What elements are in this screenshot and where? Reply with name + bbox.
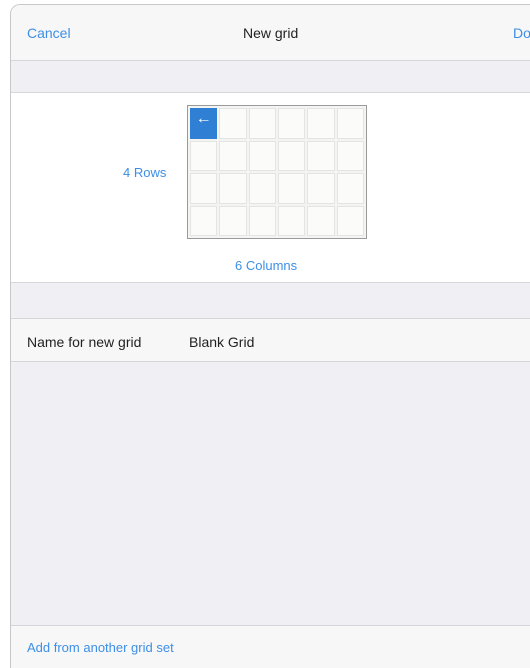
grid-preview-cell: ← <box>190 108 218 139</box>
empty-content-area <box>11 362 530 626</box>
grid-preview-cell <box>307 205 335 236</box>
grid-preview-cell <box>248 205 276 236</box>
columns-selector[interactable]: 6 Columns <box>235 258 297 273</box>
grid-preview-cell <box>219 140 247 171</box>
grid-preview-cell <box>336 173 364 204</box>
grid-preview-cell <box>307 140 335 171</box>
grid-preview-cell <box>219 205 247 236</box>
grid-preview-cell <box>190 173 218 204</box>
navigation-bar: Cancel New grid Done <box>11 5 530 61</box>
grid-preview-cell <box>336 108 364 139</box>
rows-selector[interactable]: 4 Rows <box>123 165 166 180</box>
grid-preview-cell <box>278 140 306 171</box>
cancel-button[interactable]: Cancel <box>27 25 71 41</box>
grid-preview[interactable]: ← <box>187 105 367 239</box>
done-button[interactable]: Done <box>513 25 530 41</box>
grid-name-field[interactable]: Blank Grid <box>189 334 254 350</box>
grid-preview-cell <box>278 205 306 236</box>
grid-preview-cell <box>190 205 218 236</box>
grid-preview-cell <box>278 173 306 204</box>
grid-name-row[interactable]: Name for new grid Blank Grid <box>11 319 530 362</box>
back-arrow-icon: ← <box>195 110 212 127</box>
grid-preview-cell <box>219 108 247 139</box>
section-spacer <box>11 283 530 319</box>
grid-size-panel: 4 Rows ← 6 Columns <box>11 93 530 283</box>
grid-preview-cell <box>248 108 276 139</box>
grid-preview-cell <box>219 173 247 204</box>
new-grid-sheet: Cancel New grid Done 4 Rows ← 6 Columns … <box>10 4 530 668</box>
grid-preview-cell <box>307 108 335 139</box>
grid-preview-cell <box>248 173 276 204</box>
footer-bar: Add from another grid set <box>11 626 530 668</box>
grid-preview-cell <box>248 140 276 171</box>
section-spacer <box>11 61 530 93</box>
grid-preview-cell <box>307 173 335 204</box>
grid-preview-cell <box>190 140 218 171</box>
grid-preview-cell <box>336 140 364 171</box>
page-title: New grid <box>243 25 299 41</box>
add-from-another-grid-set-button[interactable]: Add from another grid set <box>27 640 174 655</box>
grid-name-label: Name for new grid <box>27 334 142 350</box>
grid-preview-cell <box>336 205 364 236</box>
grid-preview-cell <box>278 108 306 139</box>
